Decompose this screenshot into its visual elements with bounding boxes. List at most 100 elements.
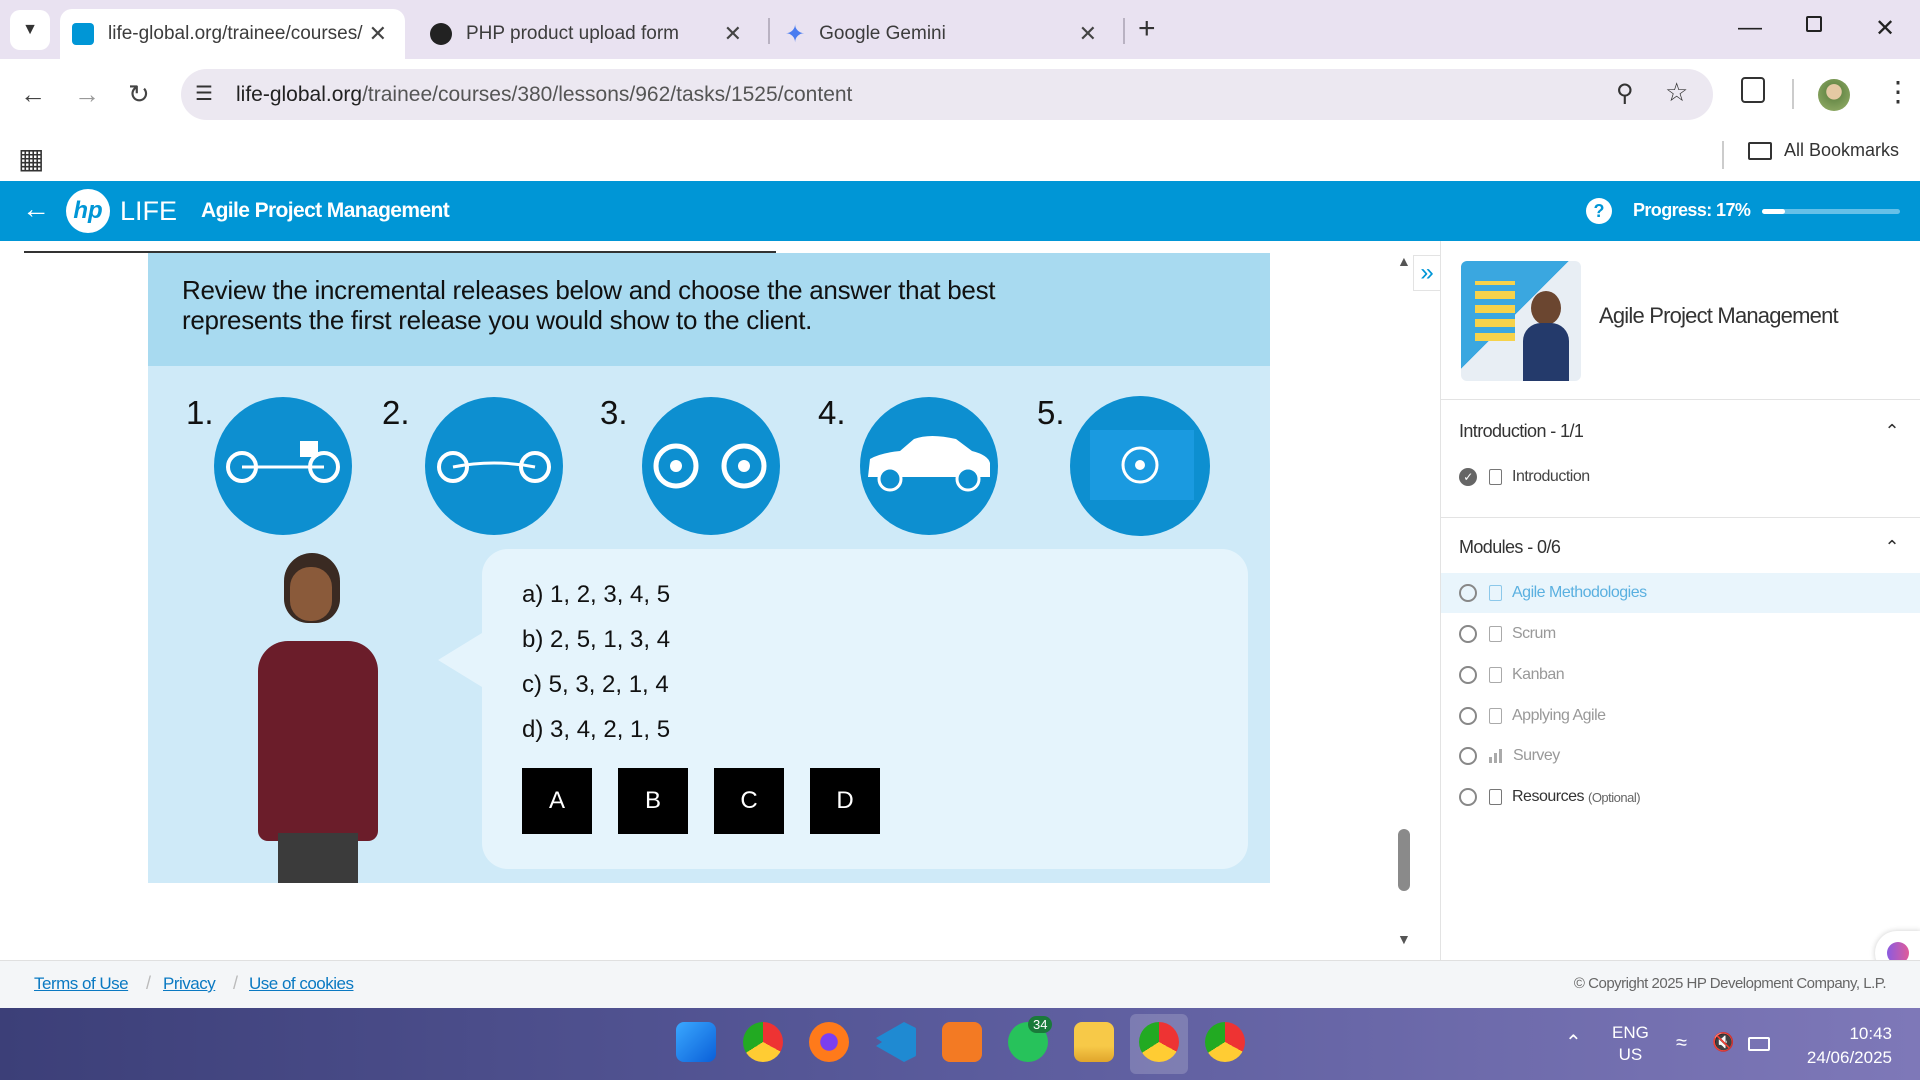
tab-life-global[interactable]: life-global.org/trainee/courses/ ✕ [60,9,405,59]
chevron-up-icon[interactable]: ⌃ [1885,421,1900,442]
car-icon [868,436,990,492]
thinking-woman-illustration [248,553,388,883]
zoom-icon[interactable]: ⚲ [1616,79,1634,108]
tab-list-dropdown-button[interactable]: ▼ [10,10,50,50]
forward-button[interactable]: → [74,79,100,110]
section-modules-header[interactable]: Modules - 0/6 ⌃ [1459,537,1900,558]
section-introduction-header[interactable]: Introduction - 1/1 ⌃ [1459,421,1900,442]
show-hidden-icons-chevron[interactable]: ⌃ [1565,1030,1582,1055]
windows-start-icon[interactable] [676,1022,716,1062]
radio-icon [1459,666,1477,684]
course-thumbnail [1461,261,1581,381]
back-button[interactable]: ← [20,79,46,110]
close-tab-icon[interactable]: ✕ [369,21,387,47]
sidebar-item-resources[interactable]: Resources (Optional) [1459,779,1641,815]
terms-of-use-link[interactable]: Terms of Use [34,974,129,994]
file-explorer-icon[interactable] [1074,1022,1114,1062]
doc-icon [1489,789,1502,805]
apps-grid-icon[interactable]: ▦ [18,142,44,175]
volume-muted-icon[interactable]: 🔇 [1712,1032,1734,1053]
radio-icon [1459,707,1477,725]
close-tab-icon[interactable]: ✕ [1079,21,1097,47]
whatsapp-icon[interactable]: 34 [1008,1016,1053,1062]
chevron-down-icon: ▼ [22,21,38,38]
sidebar-item-kanban[interactable]: Kanban [1459,657,1565,693]
answer-b-button[interactable]: B [618,768,688,834]
language-indicator[interactable]: ENG US [1612,1022,1649,1066]
sidebar-item-agile-methodologies[interactable]: Agile Methodologies [1459,575,1647,611]
tab-google-gemini[interactable]: ✦ Google Gemini ✕ [775,9,1115,59]
option-c: c) 5, 3, 2, 1, 4 [522,671,669,698]
chevron-up-icon[interactable]: ⌃ [1885,537,1900,558]
release-number: 4. [818,394,846,431]
close-window-button[interactable]: ✕ [1875,14,1895,43]
extensions-icon[interactable] [1741,77,1765,103]
clock-time: 10:43 [1849,1024,1892,1043]
check-circle-icon: ✓ [1459,468,1477,486]
tab-php-upload[interactable]: PHP product upload form ✕ [420,9,760,59]
privacy-link[interactable]: Privacy [163,974,216,994]
sidebar-item-applying-agile[interactable]: Applying Agile [1459,698,1606,734]
close-tab-icon[interactable]: ✕ [724,21,742,47]
reload-button[interactable]: ↻ [128,79,150,110]
progress-bar [1762,209,1900,214]
chrome-profile-icon[interactable] [1139,1022,1179,1062]
doc-icon [1489,667,1502,683]
option-a: a) 1, 2, 3, 4, 5 [522,581,671,608]
sidebar-item-survey[interactable]: Survey [1459,738,1560,774]
profile-avatar[interactable] [1818,79,1850,111]
release-number: 5. [1037,394,1065,431]
sidebar-item-scrum[interactable]: Scrum [1459,616,1556,652]
answer-a-button[interactable]: A [522,768,592,834]
question-slide: Review the incremental releases below an… [148,253,1270,883]
back-arrow-icon[interactable]: ← [22,193,50,225]
help-icon[interactable]: ? [1586,198,1612,224]
slide-header: Review the incremental releases below an… [148,253,1270,366]
bookmarks-bar: ▦ All Bookmarks [0,131,1920,181]
clock[interactable]: 10:43 24/06/2025 [1792,1022,1892,1070]
release-5-single-wheel-image [1070,396,1210,536]
vscode-icon[interactable] [876,1022,916,1062]
footer-separator: / [233,973,239,993]
restore-window-button[interactable] [1806,16,1822,32]
life-brand: LIFE [120,196,178,226]
course-title: Agile Project Management [201,199,450,222]
two-wheels-icon [653,443,767,489]
wifi-icon[interactable]: ≈ [1676,1032,1687,1055]
sidebar-item-introduction[interactable]: ✓ Introduction [1459,459,1590,495]
minimize-window-button[interactable]: — [1738,14,1762,42]
browser-menu-icon[interactable]: ⋮ [1884,75,1912,108]
battery-icon[interactable] [1748,1037,1770,1051]
windows-taskbar: 34 ⌃ ENG US ≈ 🔇 10:43 24/06/2025 [0,1008,1920,1080]
url-text[interactable]: life-global.org/trainee/courses/380/less… [236,83,852,107]
footer-separator: / [146,973,152,993]
xampp-icon[interactable] [942,1022,982,1062]
answer-c-button[interactable]: C [714,768,784,834]
tab-title: Google Gemini [819,23,946,44]
hp-logo[interactable]: hp [66,189,110,233]
browser-toolbar: ← → ↻ ☰ life-global.org/trainee/courses/… [0,59,1920,131]
use-of-cookies-link[interactable]: Use of cookies [249,974,354,994]
notification-badge: 34 [1028,1016,1053,1033]
all-bookmarks-button[interactable]: All Bookmarks [1748,140,1899,161]
release-number: 2. [382,394,410,431]
bubble-pointer [438,633,482,687]
address-bar[interactable]: ☰ life-global.org/trainee/courses/380/le… [181,69,1713,120]
wheel-icon [1090,430,1194,500]
vertical-scrollbar-thumb[interactable] [1398,829,1410,891]
site-settings-icon[interactable]: ☰ [195,81,213,106]
openai-favicon-icon [430,23,452,45]
chart-icon [1489,749,1503,763]
chrome-profile-2-icon[interactable] [1205,1022,1245,1062]
browser-tab-strip: ▼ life-global.org/trainee/courses/ ✕ PHP… [0,0,1920,59]
scroll-down-arrow[interactable]: ▼ [1397,931,1411,947]
chrome-icon[interactable] [743,1022,783,1062]
bookmark-star-icon[interactable]: ☆ [1665,77,1688,108]
release-1-chassis-with-engine-image [214,397,352,535]
answer-d-button[interactable]: D [810,768,880,834]
progress-label: Progress: 17% [1633,200,1751,220]
firefox-icon[interactable] [809,1022,849,1062]
scroll-up-arrow[interactable]: ▲ [1397,253,1411,269]
collapse-sidebar-button[interactable]: » [1413,255,1441,291]
new-tab-button[interactable]: + [1138,12,1156,46]
